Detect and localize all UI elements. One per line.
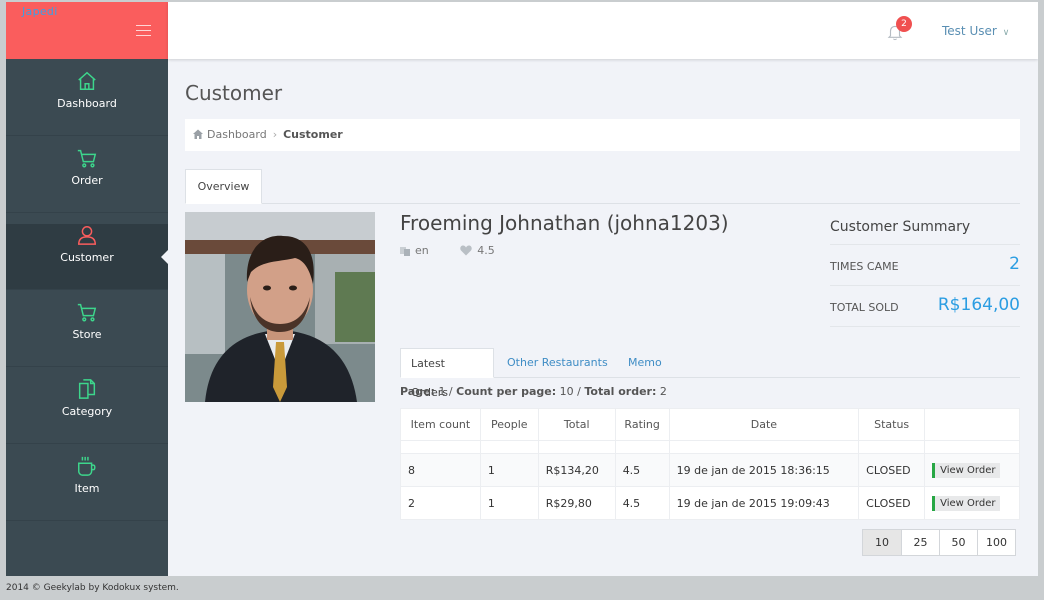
sidebar-item-category[interactable]: Category bbox=[6, 378, 168, 444]
breadcrumb: Dashboard › Customer bbox=[185, 119, 1020, 151]
table-cell: 2 bbox=[400, 486, 481, 520]
times-came-value: 2 bbox=[1009, 254, 1020, 274]
customer-meta: en 4.5 bbox=[400, 244, 523, 257]
sidebar-item-label: Order bbox=[71, 174, 103, 187]
sidebar-item-label: Store bbox=[72, 328, 102, 341]
table-cell: View Order bbox=[924, 453, 1020, 487]
language-value: en bbox=[415, 244, 429, 257]
sidebar-item-order[interactable]: Order bbox=[6, 147, 168, 213]
times-came-row: TIMES CAME 2 bbox=[830, 245, 1020, 286]
rating: 4.5 bbox=[460, 244, 509, 257]
user-name: Test User bbox=[942, 24, 997, 38]
orders-table: Item count People Total Rating Date Stat… bbox=[400, 408, 1020, 520]
total-value: 2 bbox=[659, 385, 667, 398]
tab-memo[interactable]: Memo bbox=[618, 348, 672, 378]
times-came-label: TIMES CAME bbox=[830, 260, 899, 273]
home-icon bbox=[78, 71, 96, 90]
notification-badge: 2 bbox=[896, 16, 912, 32]
table-cell: CLOSED bbox=[858, 453, 926, 487]
sidebar: Japedi Dashboard Order Customer Store Ca… bbox=[6, 2, 168, 576]
tab-overview[interactable]: Overview bbox=[185, 169, 262, 204]
view-order-button[interactable]: View Order bbox=[932, 462, 1001, 478]
count-label: Count per page: bbox=[456, 385, 557, 398]
table-row: 8 1 R$134,20 4.5 19 de jan de 2015 18:36… bbox=[400, 453, 1020, 487]
page-size-option[interactable]: 50 bbox=[939, 530, 977, 555]
sidebar-item-label: Dashboard bbox=[57, 97, 117, 110]
table-cell: R$29,80 bbox=[537, 486, 616, 520]
table-cell: 19 de jan de 2015 18:36:15 bbox=[668, 453, 860, 487]
table-header-row: Item count People Total Rating Date Stat… bbox=[400, 408, 1020, 441]
page-size-option[interactable]: 25 bbox=[901, 530, 939, 555]
sidebar-item-dashboard[interactable]: Dashboard bbox=[6, 70, 168, 136]
breadcrumb-current: Customer bbox=[283, 128, 343, 141]
page-size-option[interactable]: 10 bbox=[863, 530, 901, 555]
filter-row bbox=[400, 440, 1020, 454]
sidebar-item-label: Category bbox=[61, 405, 113, 418]
pagination-info: Page: 1 / Count per page: 10 / Total ord… bbox=[400, 385, 667, 398]
column-header: Total bbox=[537, 408, 616, 441]
view-order-button[interactable]: View Order bbox=[932, 495, 1001, 511]
total-label: Total order: bbox=[584, 385, 657, 398]
footer: 2014 © Geekylab by Kodokux system. bbox=[6, 583, 179, 593]
rating-value: 4.5 bbox=[477, 244, 495, 257]
table-cell: 4.5 bbox=[614, 453, 670, 487]
heart-icon bbox=[460, 245, 472, 256]
table-cell: View Order bbox=[924, 486, 1020, 520]
total-sold-row: TOTAL SOLD R$164,00 bbox=[830, 286, 1020, 327]
chevron-down-icon: ∨ bbox=[1002, 28, 1010, 38]
logo[interactable]: Japedi bbox=[22, 5, 58, 18]
cart-icon bbox=[77, 303, 97, 322]
sidebar-item-item[interactable]: Item bbox=[6, 455, 168, 521]
column-header bbox=[924, 408, 1020, 441]
order-tabs: Latest Orders Other Restaurants Memo bbox=[400, 348, 1020, 399]
cart-icon bbox=[77, 149, 97, 168]
total-sold-value: R$164,00 bbox=[937, 295, 1020, 315]
main-content: Customer Dashboard › Customer Overview F… bbox=[168, 59, 1038, 576]
tab-latest-orders[interactable]: Latest Orders bbox=[400, 348, 494, 399]
column-header: Status bbox=[858, 408, 926, 441]
tab-other-restaurants[interactable]: Other Restaurants bbox=[497, 348, 618, 378]
home-icon bbox=[193, 129, 203, 139]
sidebar-item-store[interactable]: Store bbox=[6, 301, 168, 367]
cup-icon bbox=[78, 456, 96, 476]
table-cell: 4.5 bbox=[614, 486, 670, 520]
user-icon bbox=[78, 226, 96, 245]
menu-toggle-icon[interactable] bbox=[136, 25, 151, 36]
customer-summary: Customer Summary TIMES CAME 2 TOTAL SOLD… bbox=[830, 211, 1020, 327]
customer-photo bbox=[185, 212, 375, 402]
app-window: Japedi Dashboard Order Customer Store Ca… bbox=[6, 2, 1038, 576]
page-size-selector: 10 25 50 100 bbox=[862, 529, 1016, 556]
table-cell: 8 bbox=[400, 453, 481, 487]
column-header: People bbox=[479, 408, 539, 441]
breadcrumb-home[interactable]: Dashboard bbox=[207, 128, 267, 141]
page-label: Page: bbox=[400, 385, 435, 398]
page-title: Customer bbox=[185, 81, 283, 105]
sidebar-item-customer[interactable]: Customer bbox=[6, 224, 168, 290]
language: en bbox=[400, 244, 443, 257]
customer-name: Froeming Johnathan (johna1203) bbox=[400, 211, 729, 235]
count-value: 10 bbox=[559, 385, 574, 398]
table-cell: 19 de jan de 2015 19:09:43 bbox=[668, 486, 860, 520]
column-header: Rating bbox=[614, 408, 670, 441]
total-sold-label: TOTAL SOLD bbox=[830, 301, 899, 314]
copy-icon bbox=[78, 379, 96, 399]
table-cell: 1 bbox=[479, 453, 539, 487]
top-bar: 2 Test User ∨ bbox=[168, 2, 1038, 59]
summary-title: Customer Summary bbox=[830, 211, 1020, 245]
column-header: Date bbox=[668, 408, 860, 441]
table-cell: CLOSED bbox=[858, 486, 926, 520]
sidebar-item-label: Customer bbox=[60, 251, 114, 264]
table-cell: R$134,20 bbox=[537, 453, 616, 487]
breadcrumb-separator: › bbox=[272, 128, 278, 141]
sidebar-item-label: Item bbox=[74, 482, 100, 495]
page-tabs: Overview bbox=[185, 169, 1020, 204]
language-icon bbox=[400, 247, 410, 256]
column-header: Item count bbox=[400, 408, 481, 441]
page-size-option[interactable]: 100 bbox=[977, 530, 1015, 555]
page-value: 1 bbox=[438, 385, 446, 398]
table-row: 2 1 R$29,80 4.5 19 de jan de 2015 19:09:… bbox=[400, 486, 1020, 520]
user-menu[interactable]: Test User ∨ bbox=[942, 24, 1009, 38]
table-cell: 1 bbox=[479, 486, 539, 520]
brand-bar: Japedi bbox=[6, 2, 168, 59]
